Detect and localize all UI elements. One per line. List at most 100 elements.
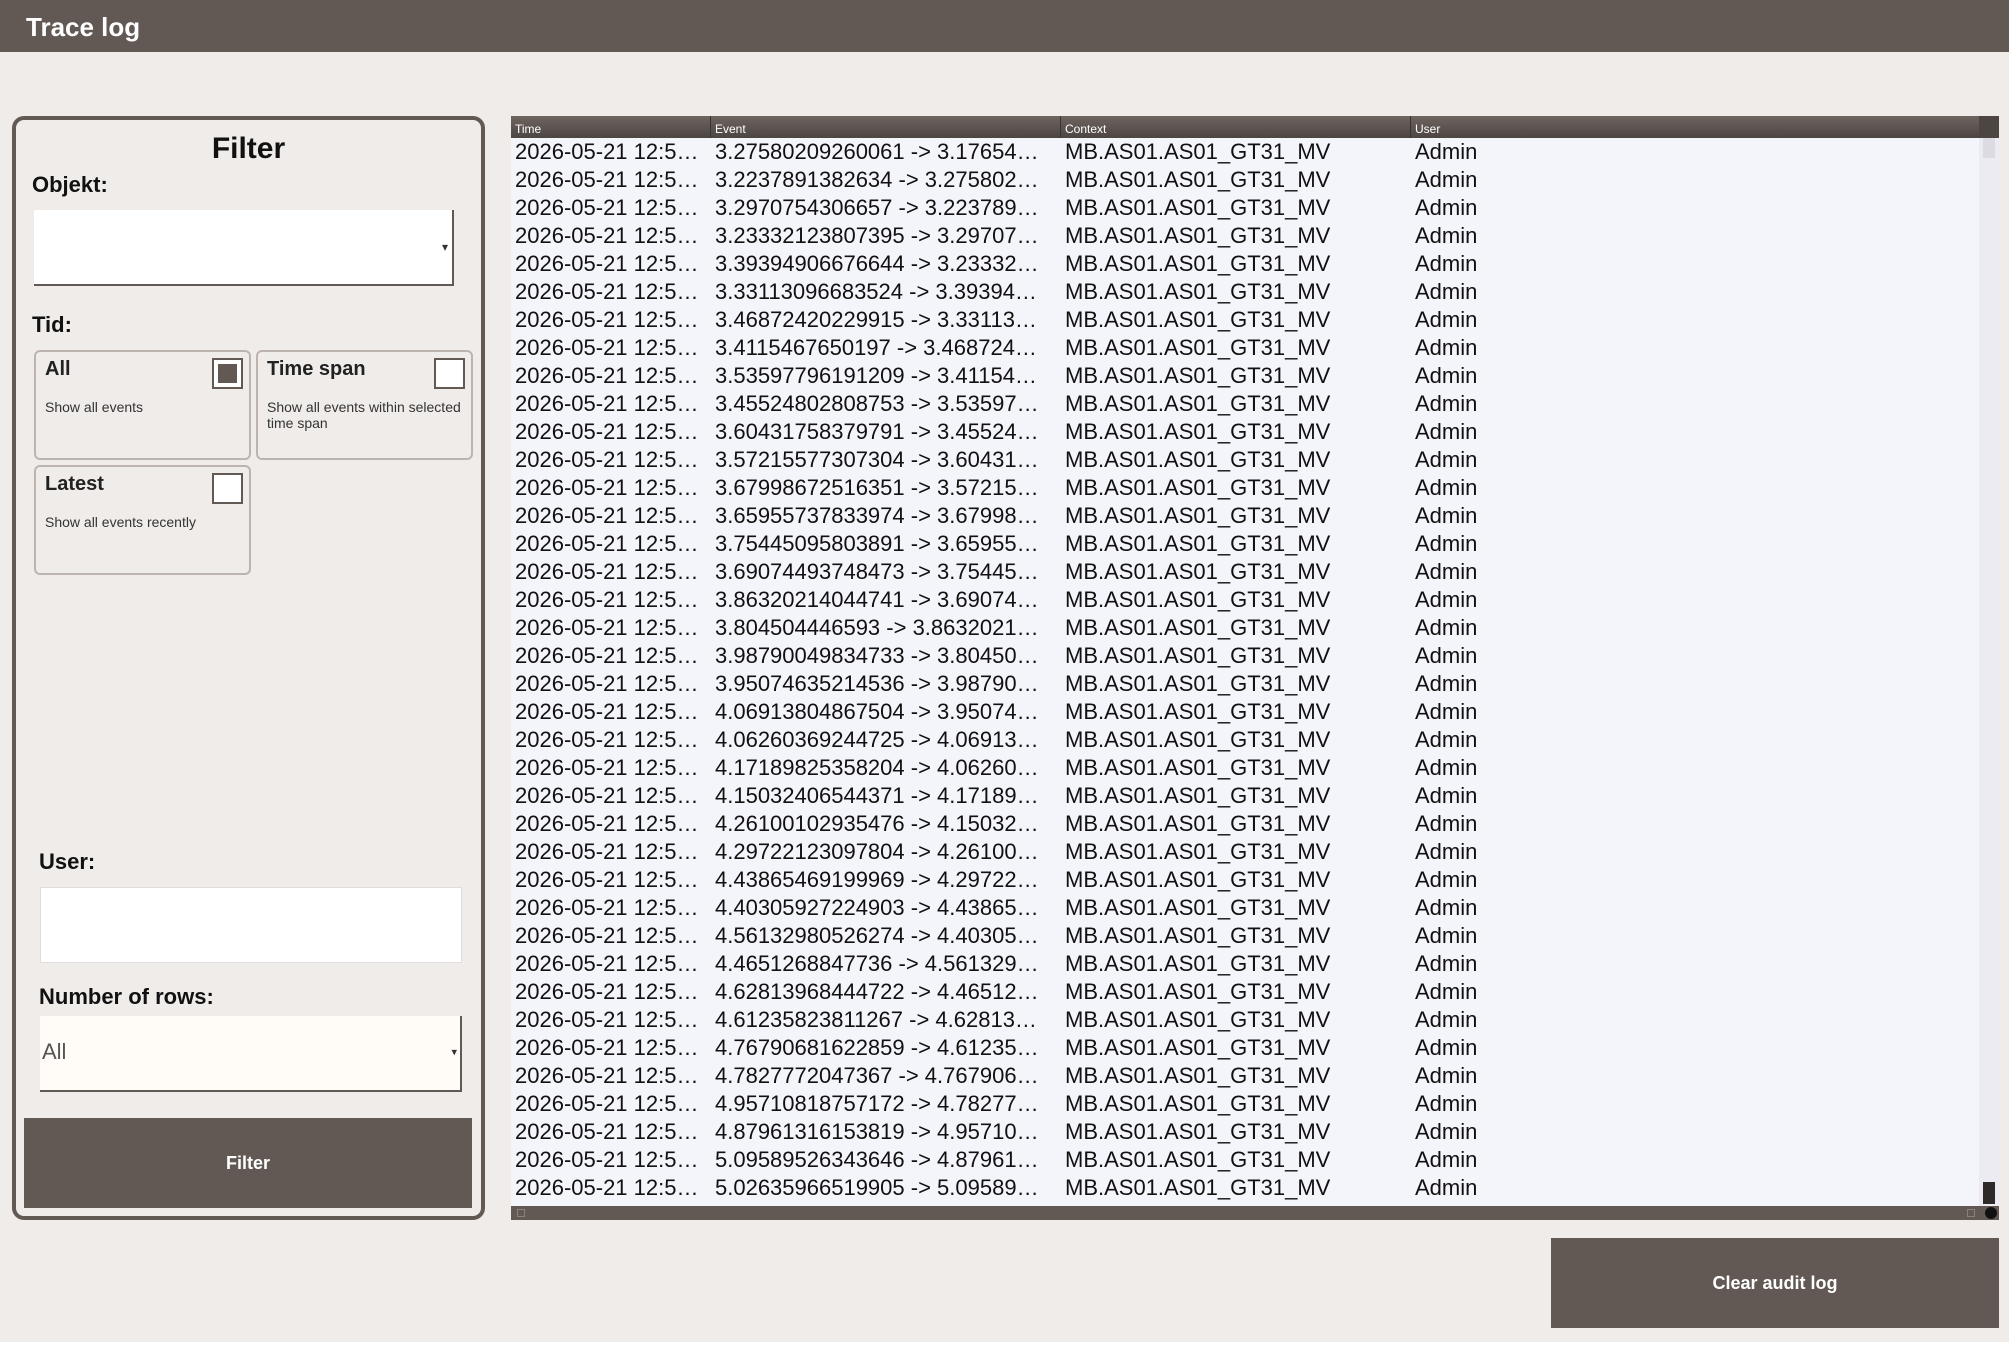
option-timespan-checkbox[interactable] <box>434 358 465 389</box>
table-row[interactable]: 2026-05-21 12:5… 3.86320214044741 -> 3.69… <box>511 586 1979 614</box>
table-row[interactable]: 2026-05-21 12:5… 4.15032406544371 -> 4.17… <box>511 782 1979 810</box>
table-row[interactable]: 2026-05-21 12:5… 3.57215577307304 -> 3.60… <box>511 446 1979 474</box>
cell-user: Admin <box>1415 279 1478 304</box>
cell-user: Admin <box>1415 251 1478 276</box>
cell-time: 2026-05-21 12:5… <box>515 643 699 668</box>
table-row[interactable]: 2026-05-21 12:5… 4.06913804867504 -> 3.95… <box>511 698 1979 726</box>
vertical-scrollbar[interactable] <box>1979 116 1999 1206</box>
scroll-left-icon[interactable] <box>517 1209 525 1217</box>
cell-context: MB.AS01.AS01_GT31_MV <box>1065 223 1331 248</box>
cell-time: 2026-05-21 12:5… <box>515 335 699 360</box>
table-row[interactable]: 2026-05-21 12:5… 4.87961316153819 -> 4.95… <box>511 1118 1979 1146</box>
table-row[interactable]: 2026-05-21 12:5… 4.95710818757172 -> 4.78… <box>511 1090 1979 1118</box>
cell-context: MB.AS01.AS01_GT31_MV <box>1065 307 1331 332</box>
filter-button[interactable]: Filter <box>24 1118 472 1208</box>
object-label: Objekt: <box>32 172 108 197</box>
table-row[interactable]: 2026-05-21 12:5… 3.27580209260061 -> 3.17… <box>511 138 1979 166</box>
rows-select[interactable]: All ▾ <box>40 1016 462 1092</box>
cell-event: 4.26100102935476 -> 4.15032… <box>715 811 1039 836</box>
column-header-context[interactable]: Context <box>1061 116 1411 138</box>
table-row[interactable]: 2026-05-21 12:5… 3.53597796191209 -> 3.41… <box>511 362 1979 390</box>
chevron-down-icon[interactable]: ▾ <box>442 240 448 254</box>
table-row[interactable]: 2026-05-21 12:5… 4.4651268847736 -> 4.561… <box>511 950 1979 978</box>
table-row[interactable]: 2026-05-21 12:5… 4.76790681622859 -> 4.61… <box>511 1034 1979 1062</box>
cell-time: 2026-05-21 12:5… <box>515 1147 699 1172</box>
cell-time: 2026-05-21 12:5… <box>515 559 699 584</box>
cell-time: 2026-05-21 12:5… <box>515 531 699 556</box>
table-row[interactable]: 2026-05-21 12:5… 3.69074493748473 -> 3.75… <box>511 558 1979 586</box>
table-row[interactable]: 2026-05-21 12:5… 4.7827772047367 -> 4.767… <box>511 1062 1979 1090</box>
cell-context: MB.AS01.AS01_GT31_MV <box>1065 363 1331 388</box>
table-row[interactable]: 2026-05-21 12:5… 5.02635966519905 -> 5.09… <box>511 1174 1979 1202</box>
table-row[interactable]: 2026-05-21 12:5… 4.17189825358204 -> 4.06… <box>511 754 1979 782</box>
cell-context: MB.AS01.AS01_GT31_MV <box>1065 251 1331 276</box>
user-input[interactable] <box>40 887 462 963</box>
table-row[interactable]: 2026-05-21 12:5… 4.43865469199969 -> 4.29… <box>511 866 1979 894</box>
table-row[interactable]: 2026-05-21 12:5… 4.26100102935476 -> 4.15… <box>511 810 1979 838</box>
table-row[interactable]: 2026-05-21 12:5… 3.98790049834733 -> 3.80… <box>511 642 1979 670</box>
cell-user: Admin <box>1415 671 1478 696</box>
table-row[interactable]: 2026-05-21 12:5… 5.09589526343646 -> 4.87… <box>511 1146 1979 1174</box>
chevron-down-icon[interactable]: ▾ <box>451 1047 457 1059</box>
cell-event: 4.76790681622859 -> 4.61235… <box>715 1035 1039 1060</box>
table-row[interactable]: 2026-05-21 12:5… 3.39394906676644 -> 3.23… <box>511 250 1979 278</box>
column-header-user[interactable]: User <box>1411 116 1979 138</box>
cell-context: MB.AS01.AS01_GT31_MV <box>1065 167 1331 192</box>
table-row[interactable]: 2026-05-21 12:5… 3.67998672516351 -> 3.57… <box>511 474 1979 502</box>
cell-user: Admin <box>1415 839 1478 864</box>
table-row[interactable]: 2026-05-21 12:5… 3.75445095803891 -> 3.65… <box>511 530 1979 558</box>
table-row[interactable]: 2026-05-21 12:5… 4.56132980526274 -> 4.40… <box>511 922 1979 950</box>
table-row[interactable]: 2026-05-21 12:5… 3.2237891382634 -> 3.275… <box>511 166 1979 194</box>
cell-context: MB.AS01.AS01_GT31_MV <box>1065 139 1331 164</box>
table-row[interactable]: 2026-05-21 12:5… 3.45524802808753 -> 3.53… <box>511 390 1979 418</box>
cell-context: MB.AS01.AS01_GT31_MV <box>1065 895 1331 920</box>
option-timespan-title: Time span <box>267 358 366 380</box>
cell-event: 3.65955737833974 -> 3.67998… <box>715 503 1039 528</box>
object-combobox[interactable]: ▾ <box>34 210 454 286</box>
column-header-event[interactable]: Event <box>711 116 1061 138</box>
resize-grip-icon[interactable] <box>1985 1207 1997 1219</box>
table-row[interactable]: 2026-05-21 12:5… 3.95074635214536 -> 3.98… <box>511 670 1979 698</box>
table-row[interactable]: 2026-05-21 12:5… 3.60431758379791 -> 3.45… <box>511 418 1979 446</box>
cell-time: 2026-05-21 12:5… <box>515 699 699 724</box>
cell-event: 3.95074635214536 -> 3.98790… <box>715 671 1039 696</box>
cell-user: Admin <box>1415 783 1478 808</box>
scroll-right-icon[interactable] <box>1967 1209 1975 1217</box>
cell-time: 2026-05-21 12:5… <box>515 839 699 864</box>
scroll-end[interactable] <box>1983 1182 1995 1204</box>
option-timespan[interactable]: Time span Show all events within selecte… <box>256 350 473 460</box>
table-row[interactable]: 2026-05-21 12:5… 4.06260369244725 -> 4.06… <box>511 726 1979 754</box>
option-all-checkbox[interactable] <box>212 358 243 389</box>
table-row[interactable]: 2026-05-21 12:5… 3.4115467650197 -> 3.468… <box>511 334 1979 362</box>
table-row[interactable]: 2026-05-21 12:5… 3.804504446593 -> 3.8632… <box>511 614 1979 642</box>
cell-context: MB.AS01.AS01_GT31_MV <box>1065 699 1331 724</box>
column-header-time[interactable]: Time <box>511 116 711 138</box>
table-row[interactable]: 2026-05-21 12:5… 3.2970754306657 -> 3.223… <box>511 194 1979 222</box>
table-row[interactable]: 2026-05-21 12:5… 3.46872420229915 -> 3.33… <box>511 306 1979 334</box>
cell-user: Admin <box>1415 1007 1478 1032</box>
table-row[interactable]: 2026-05-21 12:5… 4.40305927224903 -> 4.43… <box>511 894 1979 922</box>
cell-context: MB.AS01.AS01_GT31_MV <box>1065 531 1331 556</box>
table-row[interactable]: 2026-05-21 12:5… 3.23332123807395 -> 3.29… <box>511 222 1979 250</box>
table-row[interactable]: 2026-05-21 12:5… 4.29722123097804 -> 4.26… <box>511 838 1979 866</box>
cell-event: 3.27580209260061 -> 3.17654… <box>715 139 1039 164</box>
table-row[interactable]: 2026-05-21 12:5… 4.62813968444722 -> 4.46… <box>511 978 1979 1006</box>
cell-user: Admin <box>1415 867 1478 892</box>
table-row[interactable]: 2026-05-21 12:5… 3.65955737833974 -> 3.67… <box>511 502 1979 530</box>
clear-audit-log-button[interactable]: Clear audit log <box>1551 1238 1999 1328</box>
option-latest-checkbox[interactable] <box>212 473 243 504</box>
cell-time: 2026-05-21 12:5… <box>515 195 699 220</box>
cell-event: 3.98790049834733 -> 3.80450… <box>715 643 1039 668</box>
table-row[interactable]: 2026-05-21 12:5… 4.61235823811267 -> 4.62… <box>511 1006 1979 1034</box>
table-row[interactable]: 2026-05-21 12:5… 3.33113096683524 -> 3.39… <box>511 278 1979 306</box>
option-all[interactable]: All Show all events <box>34 350 251 460</box>
cell-event: 3.67998672516351 -> 3.57215… <box>715 475 1039 500</box>
cell-context: MB.AS01.AS01_GT31_MV <box>1065 447 1331 472</box>
cell-user: Admin <box>1415 923 1478 948</box>
cell-time: 2026-05-21 12:5… <box>515 279 699 304</box>
scroll-thumb[interactable] <box>1983 138 1995 158</box>
horizontal-scrollbar[interactable] <box>511 1206 1999 1220</box>
cell-user: Admin <box>1415 895 1478 920</box>
option-latest[interactable]: Latest Show all events recently <box>34 465 251 575</box>
cell-time: 2026-05-21 12:5… <box>515 1175 699 1200</box>
